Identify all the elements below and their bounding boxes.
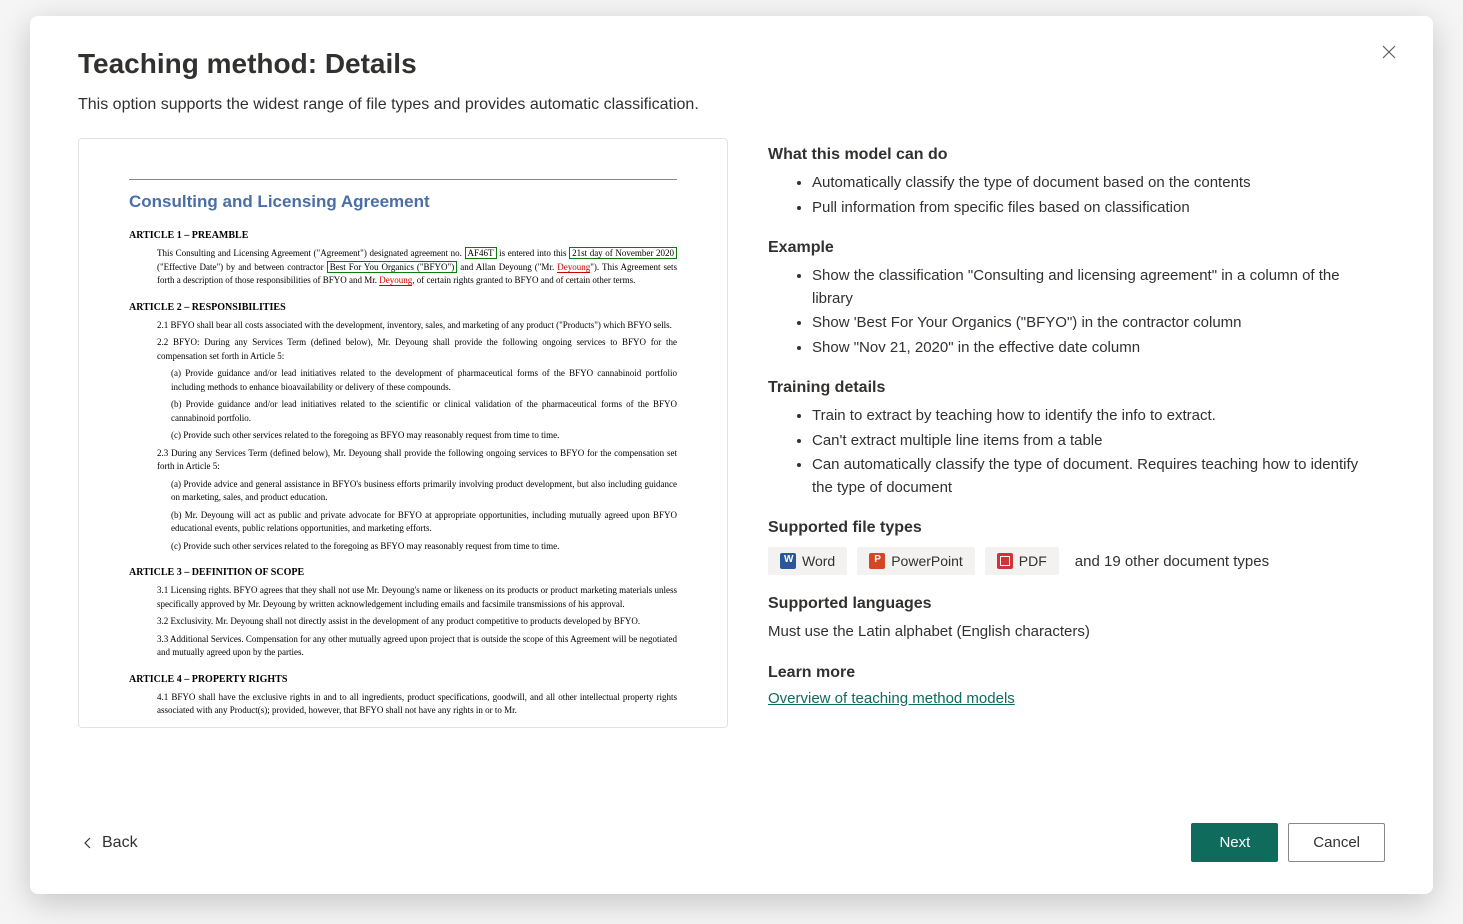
doc-clause: 2.2 BFYO: During any Services Term (defi… (129, 336, 677, 363)
file-types-more: and 19 other document types (1075, 553, 1269, 570)
doc-subclause: (b) Mr. Deyoung will act as public and p… (129, 509, 677, 536)
doc-title: Consulting and Licensing Agreement (129, 192, 677, 212)
chevron-left-icon (82, 837, 94, 849)
teaching-method-modal: Teaching method: Details This option sup… (30, 16, 1433, 894)
back-button[interactable]: Back (78, 828, 142, 858)
file-badge-pdf: PDF (985, 547, 1059, 575)
modal-subtitle: This option supports the widest range of… (78, 96, 1385, 114)
file-types-row: Word PowerPoint PDF and 19 other documen… (768, 547, 1365, 575)
doc-article2-heading: ARTICLE 2 – RESPONSIBILITIES (129, 302, 677, 313)
doc-preamble-text: This Consulting and Licensing Agreement … (157, 248, 465, 258)
modal-header: Teaching method: Details This option sup… (30, 16, 1433, 114)
close-icon (1381, 44, 1397, 60)
example-heading: Example (768, 239, 1365, 257)
pdf-icon (997, 553, 1013, 569)
file-label: PowerPoint (891, 553, 963, 569)
file-badge-powerpoint: PowerPoint (857, 547, 975, 575)
doc-clause: 4.1 BFYO shall have the exclusive rights… (129, 691, 677, 718)
doc-article4-heading: ARTICLE 4 – PROPERTY RIGHTS (129, 674, 677, 685)
example-list: Show the classification "Consulting and … (768, 265, 1365, 359)
doc-clause: 3.2 Exclusivity. Mr. Deyoung shall not d… (129, 615, 677, 629)
doc-highlight-contractor: Best For You Organics ("BFYO") (327, 261, 458, 273)
doc-divider (129, 179, 677, 180)
learnmore-link[interactable]: Overview of teaching method models (768, 690, 1015, 707)
doc-preamble-text: and Allan Deyoung ("Mr. (457, 262, 557, 272)
doc-clause: 3.3 Additional Services. Compensation fo… (129, 633, 677, 660)
doc-redline-name: Deyoung (379, 275, 412, 286)
powerpoint-icon (869, 553, 885, 569)
doc-article3-heading: ARTICLE 3 – DEFINITION OF SCOPE (129, 567, 677, 578)
training-list: Train to extract by teaching how to iden… (768, 405, 1365, 499)
filetypes-heading: Supported file types (768, 519, 1365, 537)
list-item: Show "Nov 21, 2020" in the effective dat… (812, 337, 1365, 360)
doc-preamble-text: , of certain rights granted to BFYO and … (412, 275, 635, 285)
info-panel: What this model can do Automatically cla… (768, 138, 1385, 728)
doc-clause: 2.3 During any Services Term (defined be… (129, 447, 677, 474)
word-icon (780, 553, 796, 569)
doc-redline-name: Deyoung (557, 262, 590, 273)
doc-clause: 2.1 BFYO shall bear all costs associated… (129, 319, 677, 333)
list-item: Show 'Best For Your Organics ("BFYO") in… (812, 312, 1365, 335)
list-item: Can automatically classify the type of d… (812, 454, 1365, 499)
languages-heading: Supported languages (768, 595, 1365, 613)
file-label: Word (802, 553, 835, 569)
file-label: PDF (1019, 553, 1047, 569)
doc-subclause: (a) Provide guidance and/or lead initiat… (129, 367, 677, 394)
document-preview[interactable]: Consulting and Licensing Agreement ARTIC… (78, 138, 728, 728)
list-item: Show the classification "Consulting and … (812, 265, 1365, 310)
what-list: Automatically classify the type of docum… (768, 172, 1365, 219)
doc-highlight-date: 21st day of November 2020 (569, 247, 677, 259)
doc-subclause: (c) Provide such other services related … (129, 429, 677, 443)
back-label: Back (102, 834, 138, 852)
what-heading: What this model can do (768, 146, 1365, 164)
modal-title: Teaching method: Details (78, 48, 1385, 80)
doc-subclause: (c) Provide such other services related … (129, 540, 677, 554)
doc-preamble: This Consulting and Licensing Agreement … (129, 247, 677, 288)
cancel-button[interactable]: Cancel (1288, 823, 1385, 862)
learnmore-heading: Learn more (768, 664, 1365, 682)
list-item: Automatically classify the type of docum… (812, 172, 1365, 195)
modal-footer: Back Next Cancel (30, 799, 1433, 894)
doc-article1-heading: ARTICLE 1 – PREAMBLE (129, 230, 677, 241)
doc-highlight-agreement-no: AF46T (465, 247, 497, 259)
doc-preamble-text: ("Effective Date") by and between contra… (157, 262, 327, 272)
footer-actions: Next Cancel (1191, 823, 1385, 862)
list-item: Can't extract multiple line items from a… (812, 430, 1365, 453)
file-badge-word: Word (768, 547, 847, 575)
list-item: Pull information from specific files bas… (812, 197, 1365, 220)
doc-preamble-text: is entered into this (497, 248, 570, 258)
doc-clause: 3.1 Licensing rights. BFYO agrees that t… (129, 584, 677, 611)
doc-subclause: (a) Provide advice and general assistanc… (129, 478, 677, 505)
modal-body: Consulting and Licensing Agreement ARTIC… (30, 114, 1433, 799)
languages-text: Must use the Latin alphabet (English cha… (768, 621, 1365, 644)
doc-subclause: (b) Provide guidance and/or lead initiat… (129, 398, 677, 425)
next-button[interactable]: Next (1191, 823, 1278, 862)
training-heading: Training details (768, 379, 1365, 397)
close-button[interactable] (1373, 36, 1405, 73)
list-item: Train to extract by teaching how to iden… (812, 405, 1365, 428)
